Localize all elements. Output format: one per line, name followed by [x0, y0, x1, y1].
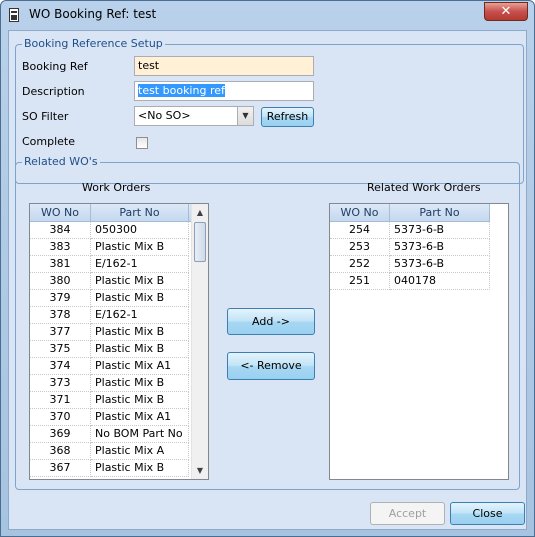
accept-button[interactable]: Accept — [370, 502, 445, 525]
table-row[interactable]: 383 Plastic Mix B — [30, 239, 189, 256]
table-row[interactable]: 370 Plastic Mix A1 — [30, 409, 189, 426]
related-orders-grid[interactable]: WO No Part No 254 5373-6-B 253 5373-6-B 252 5… — [329, 203, 509, 480]
description-field[interactable]: test booking ref — [134, 81, 314, 101]
refresh-button[interactable]: Refresh — [261, 107, 314, 127]
wo-no-cell: 380 — [30, 273, 91, 290]
so-filter-dropdown[interactable]: <No SO> ▼ — [134, 106, 254, 126]
description-label: Description — [22, 85, 85, 98]
app-icon — [9, 8, 19, 22]
table-row[interactable]: 368 Plastic Mix A — [30, 443, 189, 460]
wo-no-cell: 252 — [330, 256, 390, 273]
so-filter-value: <No SO> — [138, 109, 191, 122]
table-row[interactable]: 254 5373-6-B — [330, 222, 490, 239]
table-row[interactable]: 375 Plastic Mix B — [30, 341, 189, 358]
wo-no-cell: 374 — [30, 358, 91, 375]
part-no-cell: 5373-6-B — [390, 256, 490, 273]
complete-label: Complete — [22, 135, 76, 148]
part-no-cell: Plastic Mix A — [91, 443, 189, 460]
part-no-cell: Plastic Mix B — [91, 392, 189, 409]
dialog-window: WO Booking Ref: test ✕ Booking Reference… — [0, 0, 535, 537]
table-row[interactable]: 367 Plastic Mix B — [30, 460, 189, 477]
window-close-button[interactable]: ✕ — [484, 2, 528, 21]
table-row[interactable]: 384 050300 — [30, 222, 189, 239]
part-no-cell: Plastic Mix B — [91, 239, 189, 256]
add-button[interactable]: Add -> — [227, 308, 315, 335]
work-orders-grid-header: WO No Part No — [30, 204, 192, 222]
part-no-cell: 5373-6-B — [390, 222, 490, 239]
table-row[interactable]: 377 Plastic Mix B — [30, 324, 189, 341]
part-no-cell: Plastic Mix A1 — [91, 409, 189, 426]
wo-no-cell: 368 — [30, 443, 91, 460]
description-value: test booking ref — [138, 84, 225, 97]
wo-no-cell: 383 — [30, 239, 91, 256]
window-title: WO Booking Ref: test — [29, 7, 157, 21]
part-no-cell: Plastic Mix B — [91, 273, 189, 290]
table-row[interactable]: 379 Plastic Mix B — [30, 290, 189, 307]
scroll-up-icon[interactable]: ▲ — [192, 204, 208, 221]
table-row[interactable]: 251 040178 — [330, 273, 490, 290]
work-orders-scrollbar[interactable]: ▲ ▼ — [191, 204, 208, 479]
wo-no-cell: 367 — [30, 460, 91, 477]
related-col-header-wo-no[interactable]: WO No — [330, 204, 390, 222]
related-col-header-part-no[interactable]: Part No — [390, 204, 490, 222]
wo-no-cell: 384 — [30, 222, 91, 239]
part-no-cell: 5373-6-B — [390, 239, 490, 256]
part-no-cell: Plastic Mix B — [91, 341, 189, 358]
col-header-wo-no[interactable]: WO No — [30, 204, 91, 222]
part-no-cell: 040178 — [390, 273, 490, 290]
wo-no-cell: 381 — [30, 256, 91, 273]
wo-no-cell: 379 — [30, 290, 91, 307]
wo-no-cell: 373 — [30, 375, 91, 392]
wo-no-cell: 371 — [30, 392, 91, 409]
related-work-orders-title: Related Work Orders — [367, 181, 481, 194]
booking-setup-title: Booking Reference Setup — [22, 37, 165, 51]
part-no-cell: E/162-1 — [91, 256, 189, 273]
part-no-cell: E/162-1 — [91, 307, 189, 324]
table-row[interactable]: 373 Plastic Mix B — [30, 375, 189, 392]
related-grid-header: WO No Part No — [330, 204, 490, 222]
part-no-cell: 050300 — [91, 222, 189, 239]
part-no-cell: Plastic Mix A1 — [91, 358, 189, 375]
table-row[interactable]: 374 Plastic Mix A1 — [30, 358, 189, 375]
table-row[interactable]: 380 Plastic Mix B — [30, 273, 189, 290]
part-no-cell: Plastic Mix B — [91, 375, 189, 392]
part-no-cell: Plastic Mix B — [91, 460, 189, 477]
close-button[interactable]: Close — [450, 502, 525, 525]
wo-no-cell: 253 — [330, 239, 390, 256]
wo-no-cell: 370 — [30, 409, 91, 426]
complete-checkbox[interactable] — [136, 137, 148, 149]
wo-no-cell: 375 — [30, 341, 91, 358]
work-orders-grid[interactable]: WO No Part No 384 050300 383 Plastic Mix B3… — [29, 203, 209, 480]
col-header-part-no[interactable]: Part No — [91, 204, 189, 222]
scroll-down-icon[interactable]: ▼ — [192, 462, 208, 479]
scroll-thumb[interactable] — [194, 222, 206, 262]
table-row[interactable]: 378 E/162-1 — [30, 307, 189, 324]
work-orders-title: Work Orders — [82, 181, 151, 194]
table-row[interactable]: 252 5373-6-B — [330, 256, 490, 273]
related-wo-title: Related WO's — [22, 155, 100, 169]
part-no-cell: No BOM Part No — [91, 426, 189, 443]
wo-no-cell: 251 — [330, 273, 390, 290]
wo-no-cell: 377 — [30, 324, 91, 341]
remove-button[interactable]: <- Remove — [227, 352, 315, 380]
part-no-cell: Plastic Mix B — [91, 290, 189, 307]
table-row[interactable]: 381 E/162-1 — [30, 256, 189, 273]
table-row[interactable]: 369 No BOM Part No — [30, 426, 189, 443]
wo-no-cell: 369 — [30, 426, 91, 443]
table-row[interactable]: 253 5373-6-B — [330, 239, 490, 256]
wo-no-cell: 378 — [30, 307, 91, 324]
booking-ref-label: Booking Ref — [22, 60, 88, 73]
so-filter-label: SO Filter — [22, 110, 69, 123]
chevron-down-icon[interactable]: ▼ — [237, 107, 253, 125]
wo-no-cell: 254 — [330, 222, 390, 239]
title-bar[interactable]: WO Booking Ref: test ✕ — [1, 1, 534, 29]
table-row[interactable]: 371 Plastic Mix B — [30, 392, 189, 409]
booking-ref-field[interactable]: test — [134, 56, 314, 76]
dialog-client-area: Booking Reference Setup Booking Ref test… — [8, 30, 527, 530]
part-no-cell: Plastic Mix B — [91, 324, 189, 341]
